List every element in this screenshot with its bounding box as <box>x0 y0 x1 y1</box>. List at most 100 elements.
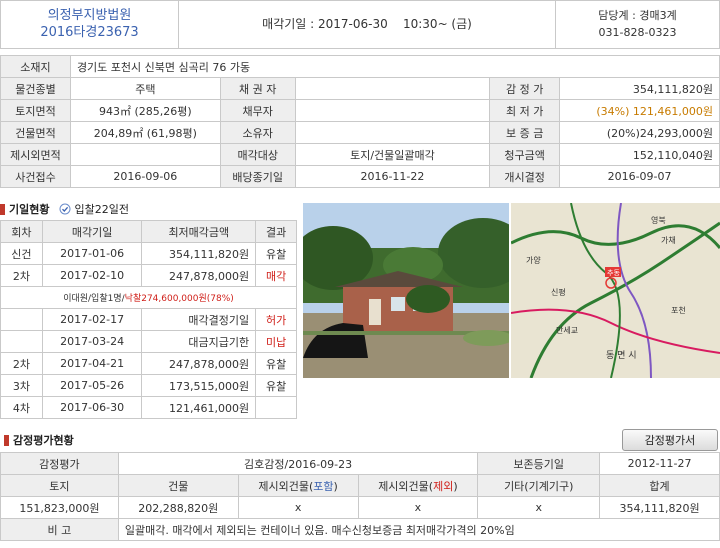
col-extra-included-a: 제시외건물( <box>258 479 314 493</box>
col-result: 결과 <box>255 220 297 243</box>
winner-note: 이대원/입찰1명/낙찰274,600,000원(78%) <box>0 286 297 309</box>
appraisal-value: 354,111,820원 <box>559 77 720 100</box>
date: 2017-03-24 <box>41 330 143 353</box>
result: 허가 <box>255 308 297 331</box>
address: 경기도 포천시 신북면 심곡리 76 가동 <box>69 55 720 78</box>
table-row: 2차 2017-02-10 247,878,000원 매각 <box>0 264 297 287</box>
appraisal-report-button[interactable]: 감정평가서 <box>622 429 718 451</box>
table-row: 151,823,000원 202,288,820원 x x x 354,111,… <box>0 496 720 519</box>
building-area-value: 204,89㎡ (61,98평) <box>69 121 221 144</box>
table-row: 2차 2017-04-21 247,878,000원 유찰 <box>0 352 297 375</box>
appraisal-section-title: 감정평가현황 <box>4 432 74 448</box>
history-title: 기일현황 <box>9 203 50 216</box>
land-area-value: 943㎡ (285,26평) <box>69 99 221 122</box>
round: 2차 <box>0 264 43 287</box>
excluded-area-label: 제시외면적 <box>0 143 71 166</box>
table-row: 3차 2017-05-26 173,515,000원 유찰 <box>0 374 297 397</box>
table-row: 2017-03-24 대금지급기한 미납 <box>0 330 297 353</box>
property-photo[interactable] <box>303 203 509 378</box>
total-value: 354,111,820원 <box>599 496 720 519</box>
round <box>0 330 43 353</box>
col-amount: 최저매각금액 <box>141 220 257 243</box>
days-left-badge: 입찰22일전 <box>59 201 129 217</box>
table-row: 4차 2017-06-30 121,461,000원 <box>0 396 297 419</box>
amount: 354,111,820원 <box>141 242 257 265</box>
winner-note-row: 이대원/입찰1명/낙찰274,600,000원(78%) <box>0 286 297 309</box>
appraiser-label: 감정평가 <box>0 452 119 475</box>
date: 2017-04-21 <box>41 352 143 375</box>
deposit-label: 보 증 금 <box>489 121 561 144</box>
debtor-value <box>294 99 491 122</box>
case-header: 의정부지방법원 2016타경23673 매각기일 : 2017-06-30 10… <box>0 0 720 49</box>
deposit-value: (20%)24,293,000원 <box>559 121 720 144</box>
excluded-area-value <box>69 143 221 166</box>
court-block: 의정부지방법원 2016타경23673 <box>1 1 179 48</box>
map-label: 가채 <box>661 235 676 245</box>
claim-label: 청구금액 <box>489 143 561 166</box>
building-area-label: 건물면적 <box>0 121 71 144</box>
map-label: 신평 <box>551 287 566 297</box>
amount: 247,878,000원 <box>141 352 257 375</box>
note-label: 비 고 <box>0 518 119 541</box>
amount: 173,515,000원 <box>141 374 257 397</box>
type-value: 주택 <box>69 77 221 100</box>
col-round: 회차 <box>0 220 43 243</box>
claim-value: 152,110,040원 <box>559 143 720 166</box>
amount: 대금지급기한 <box>141 330 257 353</box>
land-value: 151,823,000원 <box>0 496 119 519</box>
amount: 121,461,000원 <box>141 396 257 419</box>
result: 매각 <box>255 264 297 287</box>
map-label: 포천 <box>671 305 686 315</box>
registry-date-label: 보존등기일 <box>477 452 601 475</box>
owner-value <box>294 121 491 144</box>
round: 2차 <box>0 352 43 375</box>
result: 유찰 <box>255 242 297 265</box>
map-image: 추동 신평 만세교 가채 포천 영북 가양 동 면 시 <box>511 203 720 378</box>
col-land: 토지 <box>0 474 119 497</box>
machinery-value: x <box>477 496 601 519</box>
col-machinery: 기타(기계기구) <box>477 474 601 497</box>
type-label: 물건종별 <box>0 77 71 100</box>
col-building: 건물 <box>117 474 239 497</box>
col-extra-excluded-b: 제외 <box>433 479 454 493</box>
extra-included-value: x <box>237 496 359 519</box>
result: 미납 <box>255 330 297 353</box>
date: 2017-02-17 <box>41 308 143 331</box>
debtor-label: 채무자 <box>219 99 296 122</box>
amount: 247,878,000원 <box>141 264 257 287</box>
result: 유찰 <box>255 352 297 375</box>
table-row: 2017-02-17 매각결정기일 허가 <box>0 308 297 331</box>
result: 유찰 <box>255 374 297 397</box>
address-label: 소재지 <box>0 55 71 78</box>
date: 2017-01-06 <box>41 242 143 265</box>
col-extra-included-b: 포함 <box>313 479 334 493</box>
location-map[interactable]: 추동 신평 만세교 가채 포천 영북 가양 동 면 시 <box>511 203 720 378</box>
creditor-label: 채 권 자 <box>219 77 296 100</box>
days-left-text: 입찰22일전 <box>74 203 129 216</box>
dividend-deadline-value: 2016-11-22 <box>294 165 491 188</box>
creditor-value <box>294 77 491 100</box>
start-decision-label: 개시결정 <box>489 165 561 188</box>
col-total: 합계 <box>599 474 720 497</box>
col-extra-included-c: ) <box>333 479 338 493</box>
winner-note-price: 낙찰274,600,000원(78%) <box>124 294 234 304</box>
col-extra-excluded: 제시외건물(제외) <box>357 474 479 497</box>
round: 3차 <box>0 374 43 397</box>
col-date: 매각기일 <box>41 220 143 243</box>
appraisal-title: 감정평가현황 <box>13 434 74 447</box>
history-table: 회차 매각기일 최저매각금액 결과 신건 2017-01-06 354,111,… <box>0 220 297 419</box>
col-extra-excluded-c: ) <box>453 479 458 493</box>
contact-block: 담당계 : 경매3계 031-828-0323 <box>555 1 719 48</box>
dividend-deadline-label: 배당종기일 <box>219 165 296 188</box>
result <box>255 396 297 419</box>
department: 담당계 : 경매3계 <box>598 9 677 22</box>
appraiser-value: 김호감정/2016-09-23 <box>117 452 479 475</box>
start-decision-value: 2016-09-07 <box>559 165 720 188</box>
case-number: 2016타경23673 <box>40 25 139 40</box>
extra-excluded-value: x <box>357 496 479 519</box>
section-marker <box>4 434 9 446</box>
map-label: 추동 <box>607 269 620 277</box>
case-info-table: 소재지 경기도 포천시 신북면 심곡리 76 가동 물건종별 주택 채 권 자 … <box>0 55 720 188</box>
note-value: 일괄매각. 매각에서 제외되는 컨테이너 있음. 매수신청보증금 최저매각가격의… <box>117 518 720 541</box>
min-price-value: (34%) 121,461,000원 <box>559 99 720 122</box>
